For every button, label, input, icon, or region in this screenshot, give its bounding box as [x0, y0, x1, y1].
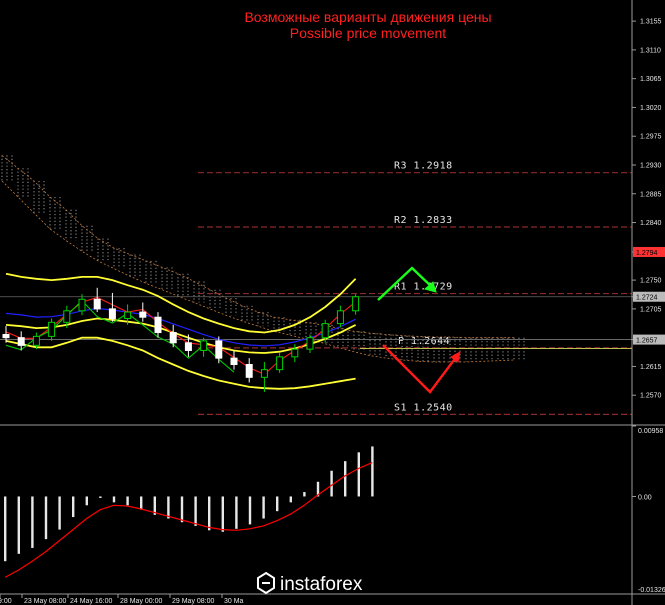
y-tick-label: 1.3110	[640, 47, 661, 54]
level-label-r1: R1 1.2729	[394, 282, 453, 293]
macd-histogram-bar	[289, 496, 292, 503]
level-label-p: P 1.2644	[398, 336, 450, 347]
macd-histogram-bar	[194, 496, 197, 526]
candle-body	[124, 311, 132, 319]
candle-body	[306, 337, 314, 350]
macd-histogram-bar	[357, 452, 360, 497]
macd-histogram-bar	[208, 496, 211, 531]
y-tick-label: 1.3065	[640, 76, 662, 83]
level-label-s1: S1 1.2540	[394, 402, 453, 413]
candle-body	[48, 321, 56, 337]
macd-histogram-bar	[303, 492, 306, 497]
macd-histogram-bar	[262, 496, 265, 519]
macd-tick-label: 0.00	[638, 494, 652, 501]
macd-histogram-bar	[140, 496, 143, 510]
macd-histogram-bar	[167, 496, 170, 519]
candle-body	[336, 310, 344, 325]
candle-body	[2, 333, 10, 339]
macd-histogram-bar	[371, 446, 374, 497]
macd-histogram-bar	[44, 496, 48, 540]
macd-histogram-bar	[276, 496, 279, 512]
macd-histogram-bar	[99, 496, 102, 498]
macd-histogram-bar	[180, 496, 184, 523]
macd-histogram-bar	[31, 496, 34, 548]
macd-histogram-bar	[17, 496, 20, 554]
candle-body	[291, 348, 299, 358]
macd-histogram-bar	[112, 496, 116, 503]
x-tick-label: 29 May 08:00	[172, 598, 215, 605]
candle-body	[321, 323, 329, 339]
candle-body	[184, 342, 192, 351]
x-tick-label: 23 May 08:00	[24, 598, 67, 605]
candle-body	[93, 298, 101, 310]
macd-histogram-bar	[221, 496, 224, 532]
y-tick-label: 1.2930	[640, 162, 662, 169]
y-tick-label: 1.3020	[640, 105, 662, 112]
y-tick-label: 1.2570	[640, 393, 662, 400]
macd-histogram-bar	[126, 496, 129, 506]
candle-body	[245, 364, 253, 378]
y-tick-label: 1.2615	[640, 364, 662, 371]
y-tick-label: 1.2975	[640, 134, 662, 141]
y-tick-label: 1.2705	[640, 306, 662, 313]
price-tag-label: 1.2724	[636, 295, 658, 302]
macd-histogram-bar	[235, 496, 238, 529]
candle-body	[63, 310, 71, 323]
macd-tick-label: 0.00958	[638, 428, 663, 435]
macd-tick-label: -0.01326	[638, 587, 665, 594]
candle-body	[230, 357, 238, 366]
candle-body	[32, 335, 40, 346]
y-tick-label: 1.2840	[640, 220, 662, 227]
price-tag-label: 1.2794	[636, 250, 658, 257]
chart-title-ru: Возможные варианты движения цены	[244, 9, 491, 25]
macd-histogram-bar	[344, 461, 347, 497]
candle-body	[169, 332, 177, 344]
macd-histogram-bar	[4, 496, 7, 562]
level-label-r3: R3 1.2918	[394, 161, 453, 172]
candle-body	[108, 308, 116, 319]
x-tick-label: 24 May 16:00	[70, 598, 113, 605]
candle-body	[78, 298, 86, 312]
chart-title-en: Possible price movement	[290, 25, 447, 41]
candle-body	[352, 296, 360, 312]
x-tick-label: 28 May 00:00	[120, 598, 163, 605]
macd-histogram-bar	[72, 496, 75, 518]
macd-histogram-bar	[85, 496, 88, 506]
candle-body	[139, 311, 147, 318]
y-tick-label: 1.2750	[640, 278, 662, 285]
x-tick-label: 9:00	[0, 598, 12, 605]
macd-histogram-bar	[58, 496, 61, 530]
y-tick-label: 1.2885	[640, 191, 662, 198]
candle-body	[276, 356, 284, 371]
price-tag-label: 1.2657	[636, 338, 658, 345]
level-label-r2: R2 1.2833	[394, 215, 453, 226]
macd-histogram-bar	[248, 496, 252, 525]
macd-histogram-bar	[330, 470, 333, 497]
candle-body	[260, 369, 268, 378]
candle-body	[17, 337, 25, 346]
price-chart: R3 1.2918 R2 1.2833 R1 1.2729 P 1.2644 S1 1.…	[0, 0, 665, 605]
candle-body	[200, 340, 208, 351]
y-tick-label: 1.3155	[640, 19, 662, 26]
candle-body	[154, 316, 162, 334]
x-tick-label: 30 Ma	[224, 598, 244, 605]
candle-body	[215, 340, 223, 359]
watermark-text: instaforex	[280, 574, 363, 595]
